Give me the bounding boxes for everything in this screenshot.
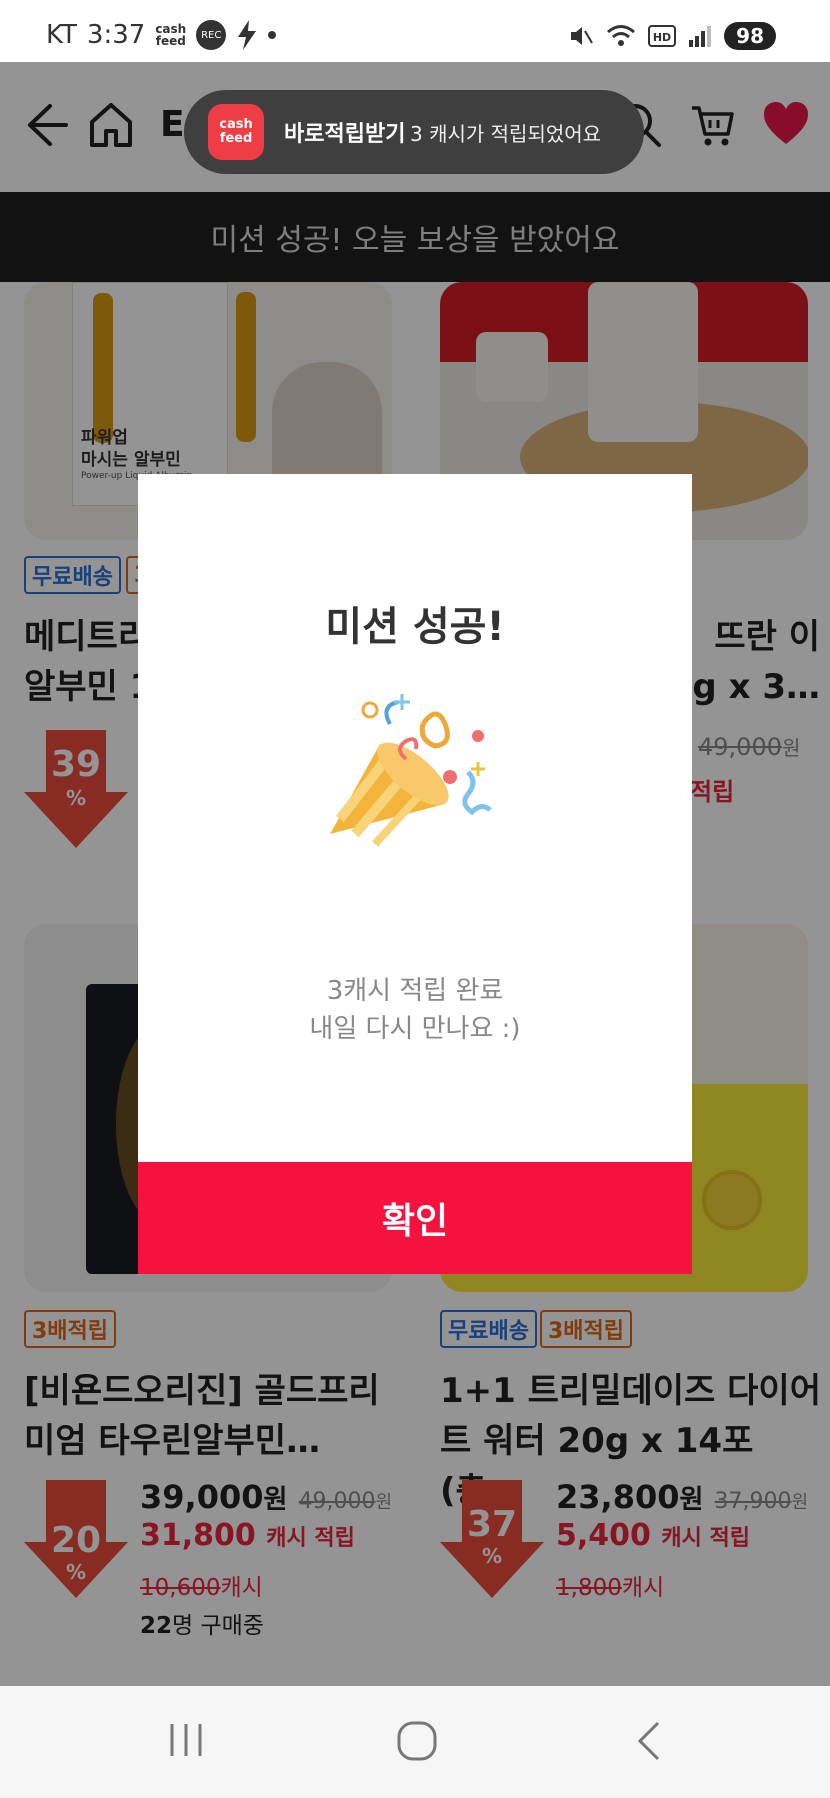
status-right: HD 98 <box>568 22 776 50</box>
notification-dot-icon <box>268 31 277 39</box>
call-rec-icon: REC <box>196 20 227 50</box>
signal-icon <box>689 26 712 47</box>
system-nav-bar <box>0 1686 830 1798</box>
bolt-icon <box>238 20 257 50</box>
battery-indicator: 98 <box>724 22 776 50</box>
mission-success-modal: 미션 성공! 3캐시 적립 완료 내일 다시 만나요 :) 확인 <box>138 474 692 1274</box>
logo-text-2: feed <box>219 131 253 146</box>
status-left: KT 3:37 cash feed REC <box>46 20 277 50</box>
modal-title: 미션 성공! <box>325 604 505 650</box>
status-bar: KT 3:37 cash feed REC HD 98 <box>0 0 830 62</box>
toast-message: 3 캐시가 적립되었어요 <box>410 122 602 146</box>
mute-icon <box>571 27 594 45</box>
clock: 3:37 <box>86 20 146 50</box>
cashfeed-status-text-2: feed <box>155 34 186 48</box>
svg-text:HD: HD <box>653 31 671 44</box>
modal-message-line2: 내일 다시 만나요 :) <box>309 1014 521 1044</box>
logo-text-1: cash <box>219 117 253 132</box>
battery-level: 98 <box>736 24 764 48</box>
hd-icon: HD <box>648 25 677 47</box>
wifi-icon <box>607 25 636 46</box>
cashfeed-logo-icon: cash feed <box>208 104 264 160</box>
cashfeed-status-icon: cash feed <box>155 23 186 47</box>
cashfeed-toast[interactable]: cash feed 바로적립받기 3 캐시가 적립되었어요 <box>184 90 644 174</box>
carrier-label: KT <box>46 20 77 50</box>
party-popper-icon <box>330 694 492 847</box>
rec-label: REC <box>201 29 222 41</box>
back-chevron-icon[interactable] <box>634 1720 664 1762</box>
home-circle-icon[interactable] <box>396 1720 438 1762</box>
modal-message-line1: 3캐시 적립 완료 <box>326 976 504 1006</box>
toast-title: 바로적립받기 <box>284 122 406 147</box>
recent-apps-icon[interactable] <box>166 1720 206 1760</box>
confirm-button[interactable]: 확인 <box>138 1162 692 1274</box>
